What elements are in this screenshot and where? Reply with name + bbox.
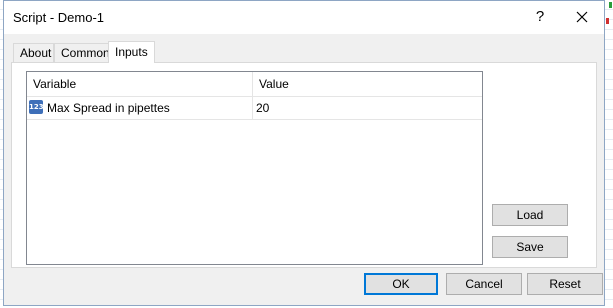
- tab-common[interactable]: Common: [54, 43, 110, 62]
- cell-divider: [252, 97, 253, 119]
- script-dialog: Script - Demo-1 ? About Common Inputs Va…: [3, 0, 605, 306]
- window-title: Script - Demo-1: [13, 10, 105, 25]
- chart-candle-mark: [606, 18, 609, 24]
- load-button[interactable]: Load: [492, 204, 568, 226]
- column-header-variable[interactable]: Variable: [27, 72, 253, 96]
- background-chart-right: [605, 0, 613, 308]
- title-bar: Script - Demo-1 ?: [4, 1, 604, 34]
- column-header-value[interactable]: Value: [253, 72, 289, 96]
- variable-value[interactable]: 20: [256, 97, 269, 119]
- save-button[interactable]: Save: [492, 236, 568, 258]
- grid-header: Variable Value: [27, 72, 482, 97]
- tab-strip: About Common Inputs: [4, 41, 604, 63]
- cancel-button[interactable]: Cancel: [446, 273, 522, 295]
- chart-candle-mark: [609, 2, 612, 8]
- table-row[interactable]: 123 Max Spread in pipettes 20: [27, 97, 482, 120]
- variable-name: Max Spread in pipettes: [47, 101, 170, 115]
- help-button[interactable]: ?: [520, 3, 560, 31]
- integer-type-icon: 123: [29, 100, 44, 114]
- reset-button[interactable]: Reset: [527, 273, 603, 295]
- inputs-panel: Variable Value 123 Max Spread in pipette…: [11, 62, 597, 268]
- inputs-grid: Variable Value 123 Max Spread in pipette…: [26, 71, 483, 265]
- ok-button[interactable]: OK: [364, 273, 438, 295]
- tab-inputs[interactable]: Inputs: [108, 41, 155, 63]
- close-icon: [576, 11, 588, 23]
- tab-about[interactable]: About: [13, 43, 54, 62]
- close-button[interactable]: [562, 3, 602, 31]
